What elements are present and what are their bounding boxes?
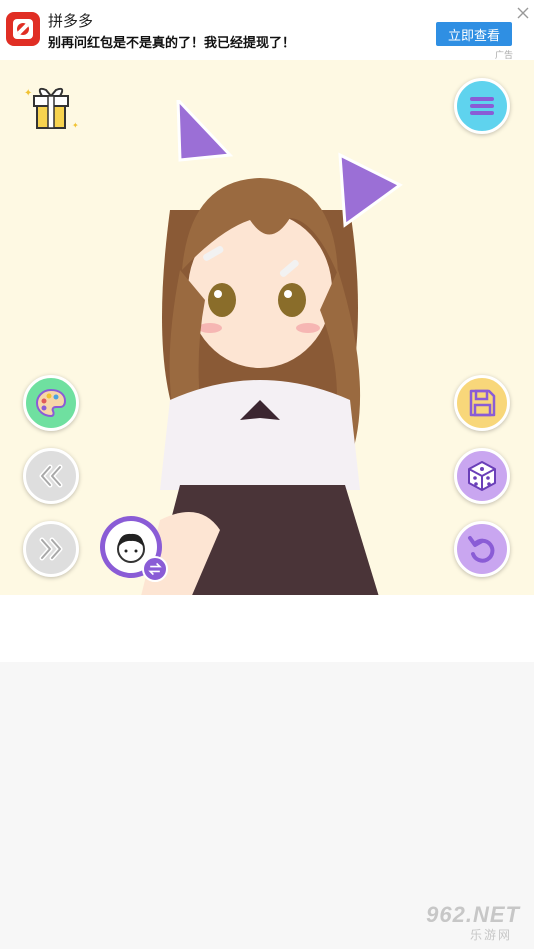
previous-button[interactable] bbox=[23, 448, 79, 504]
watermark: 962.NET 乐游网 bbox=[392, 900, 530, 944]
random-button[interactable] bbox=[454, 448, 510, 504]
blank-panel bbox=[0, 595, 534, 662]
pinduoduo-logo-icon bbox=[6, 12, 40, 46]
ad-close-icon[interactable] bbox=[516, 6, 530, 20]
next-button[interactable] bbox=[23, 521, 79, 577]
menu-button[interactable] bbox=[454, 78, 510, 134]
dressup-stage: ✦ ✦ bbox=[0, 60, 534, 595]
palette-button[interactable] bbox=[23, 375, 79, 431]
swap-arrows-icon bbox=[142, 556, 168, 582]
gift-icon: ✦ ✦ bbox=[24, 87, 79, 130]
ad-headline: 别再问红包是不是真的了！我已经提现了！ bbox=[48, 35, 296, 50]
double-chevron-left-icon bbox=[39, 464, 63, 488]
ad-brand-name: 拼多多 bbox=[48, 13, 94, 30]
double-chevron-right-icon bbox=[39, 537, 63, 561]
palette-icon bbox=[35, 388, 67, 418]
watermark-subtext: 乐游网 bbox=[469, 928, 512, 942]
menu-icon bbox=[470, 97, 494, 115]
undo-icon bbox=[468, 536, 495, 563]
undo-button[interactable] bbox=[454, 521, 510, 577]
svg-text:✦: ✦ bbox=[24, 88, 32, 99]
save-button[interactable] bbox=[454, 375, 510, 431]
swap-character-button[interactable] bbox=[100, 516, 172, 584]
watermark-text: 962.NET bbox=[426, 902, 520, 927]
ad-view-now-button[interactable]: 立即查看 bbox=[436, 22, 512, 46]
gift-button[interactable]: ✦ ✦ bbox=[22, 82, 80, 134]
ad-banner[interactable]: 拼多多 别再问红包是不是真的了！我已经提现了！ 立即查看 广告 bbox=[0, 0, 534, 60]
dice-icon bbox=[468, 461, 496, 491]
floppy-disk-icon bbox=[469, 389, 496, 417]
svg-text:✦: ✦ bbox=[72, 121, 79, 130]
